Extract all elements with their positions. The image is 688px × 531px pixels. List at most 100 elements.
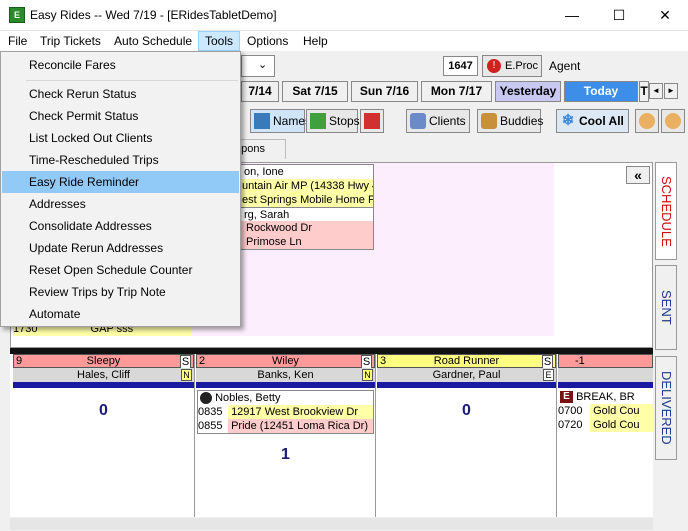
title-bar: E Easy Rides -- Wed 7/19 - [ERidesTablet… — [0, 0, 688, 31]
driver-column[interactable]: 3 Road Runner S Gardner, Paul E 0 — [377, 354, 557, 517]
trip-time: 0855 — [198, 419, 228, 433]
menu-separator — [26, 80, 238, 81]
menu-time-rescheduled-trips[interactable]: Time-Rescheduled Trips — [2, 149, 239, 171]
eproc-label: E.Proc — [505, 60, 539, 72]
cool-all-button[interactable]: ❄ Cool All — [556, 109, 629, 133]
client-status-icon — [200, 392, 212, 405]
trip-block[interactable]: Nobles, Betty 0835 12917 West Brookview … — [197, 390, 374, 434]
trip-address: Pride (12451 Loma Rica Dr) — [231, 420, 369, 432]
date-mon-7-17[interactable]: Mon 7/17 — [421, 81, 492, 102]
break-icon: E — [560, 391, 573, 404]
trip-address: est Springs Mobile Home Pa — [240, 193, 373, 207]
trip-block[interactable]: on, Ione untain Air MP (14338 Hwy 4 est … — [239, 164, 374, 250]
date-prev-arrow-icon[interactable]: ◄ — [649, 83, 663, 99]
driver-name-row: Gardner, Paul E — [377, 368, 556, 382]
trip-address: Gold Cou — [593, 405, 640, 417]
vehicle-number: 9 — [16, 355, 23, 367]
driver-name-row — [558, 368, 653, 382]
vehicle-header: 9 Sleepy S — [13, 354, 194, 369]
counter-display: 1647 — [443, 56, 478, 76]
driver-column[interactable]: 2 Wiley S Banks, Ken N Nobles, Betty 083… — [196, 354, 376, 517]
driver-column[interactable]: -1 E BREAK, BR 0700 Gold Cou 0720 Gold C… — [558, 354, 653, 517]
menu-update-rerun-addresses[interactable]: Update Rerun Addresses — [2, 237, 239, 259]
driver-bar — [377, 382, 556, 388]
collapse-icon[interactable]: « — [626, 166, 650, 184]
menu-file[interactable]: File — [2, 31, 33, 51]
clients-button[interactable]: Clients — [406, 109, 470, 133]
trip-count: 0 — [462, 402, 471, 419]
menu-auto-schedule[interactable]: Auto Schedule — [108, 31, 198, 51]
menu-addresses[interactable]: Addresses — [2, 193, 239, 215]
trip-address: Rockwood Dr — [240, 221, 373, 235]
vehicle-name: Road Runner — [433, 355, 500, 367]
date-sat-7-15[interactable]: Sat 7/15 — [282, 81, 348, 102]
trip-time: 0720 — [558, 418, 590, 432]
driver-grid: 9 Sleepy S Hales, Cliff N 0 2 Wiley S Ba… — [10, 354, 653, 517]
buddies-label: Buddies — [500, 114, 544, 128]
eproc-button[interactable]: ! E.Proc — [482, 55, 542, 77]
menu-bar: File Trip Tickets Auto Schedule Tools Op… — [0, 31, 688, 51]
minimize-button[interactable]: — — [549, 0, 595, 30]
vehicle-name: Wiley — [272, 355, 299, 367]
tab-sent[interactable]: SENT — [655, 265, 677, 350]
driver-name: Gardner, Paul — [432, 369, 501, 381]
tab-delivered[interactable]: DELIVERED — [655, 356, 677, 460]
stops-label: Stops — [329, 114, 360, 128]
trip-count: 0 — [99, 402, 108, 419]
trip-address: 12917 West Brookview Dr — [231, 406, 359, 418]
vehicle-number: -1 — [575, 355, 585, 367]
client-name: BREAK, BR — [576, 391, 635, 403]
tab-schedule[interactable]: SCHEDULE — [655, 162, 677, 260]
menu-reset-open-schedule-counter[interactable]: Reset Open Schedule Counter — [2, 259, 239, 281]
driver-name-row: Banks, Ken N — [196, 368, 375, 382]
palette-button[interactable] — [635, 109, 659, 133]
client-name: Nobles, Betty — [215, 392, 281, 404]
menu-consolidate-addresses[interactable]: Consolidate Addresses — [2, 215, 239, 237]
red-flag-button[interactable] — [360, 109, 384, 133]
stops-button[interactable]: Stops — [306, 109, 360, 133]
date-yesterday[interactable]: Yesterday — [495, 81, 561, 102]
date-next-arrow-icon[interactable]: ► — [664, 83, 678, 99]
palette-button-2[interactable] — [661, 109, 685, 133]
status-flag: S — [542, 355, 553, 369]
dropdown-select[interactable]: ⌄ — [241, 55, 275, 77]
stop-icon: ! — [487, 59, 501, 73]
driver-flag: E — [543, 369, 554, 381]
date-sun-7-16[interactable]: Sun 7/16 — [351, 81, 418, 102]
driver-column[interactable]: 9 Sleepy S Hales, Cliff N 0 — [13, 354, 195, 517]
menu-list-locked-out-clients[interactable]: List Locked Out Clients — [2, 127, 239, 149]
driver-flag: N — [362, 369, 373, 381]
client-name: on, Ione — [244, 166, 284, 178]
date-7-14[interactable]: 7/14 — [241, 81, 279, 102]
vehicle-number: 3 — [380, 355, 387, 367]
horizontal-scrollbar[interactable] — [10, 518, 653, 530]
driver-name: Hales, Cliff — [77, 369, 130, 381]
driver-name-row: Hales, Cliff N — [13, 368, 194, 382]
palette-icon — [665, 113, 681, 129]
trip-address: Gold Cou — [593, 419, 640, 431]
date-today[interactable]: Today — [564, 81, 638, 102]
driver-bar — [13, 382, 194, 388]
menu-automate[interactable]: Automate — [2, 303, 239, 325]
menu-check-rerun-status[interactable]: Check Rerun Status — [2, 83, 239, 105]
status-flag: S — [180, 355, 191, 369]
buddies-button[interactable]: Buddies — [477, 109, 544, 133]
menu-trip-tickets[interactable]: Trip Tickets — [34, 31, 107, 51]
trip-block[interactable]: E BREAK, BR 0700 Gold Cou 0720 Gold Cou — [558, 390, 653, 432]
menu-help[interactable]: Help — [297, 31, 334, 51]
maximize-button[interactable]: ☐ — [596, 0, 642, 30]
menu-options[interactable]: Options — [241, 31, 294, 51]
date-next-partial[interactable]: T — [639, 81, 649, 102]
snowflake-icon: ❄ — [561, 112, 575, 129]
menu-check-permit-status[interactable]: Check Permit Status — [2, 105, 239, 127]
close-button[interactable]: ✕ — [642, 0, 688, 30]
names-button[interactable]: Names — [250, 109, 311, 133]
trip-address: untain Air MP (14338 Hwy 4 — [240, 179, 373, 193]
menu-easy-ride-reminder[interactable]: Easy Ride Reminder — [2, 171, 239, 193]
menu-review-trips-by-trip-note[interactable]: Review Trips by Trip Note — [2, 281, 239, 303]
tools-menu: Reconcile Fares Check Rerun Status Check… — [0, 51, 241, 327]
window-title: Easy Rides -- Wed 7/19 - [ERidesTabletDe… — [30, 8, 277, 22]
menu-reconcile-fares[interactable]: Reconcile Fares — [2, 54, 239, 76]
menu-tools[interactable]: Tools — [198, 31, 241, 51]
client-name: rg, Sarah — [240, 207, 373, 221]
